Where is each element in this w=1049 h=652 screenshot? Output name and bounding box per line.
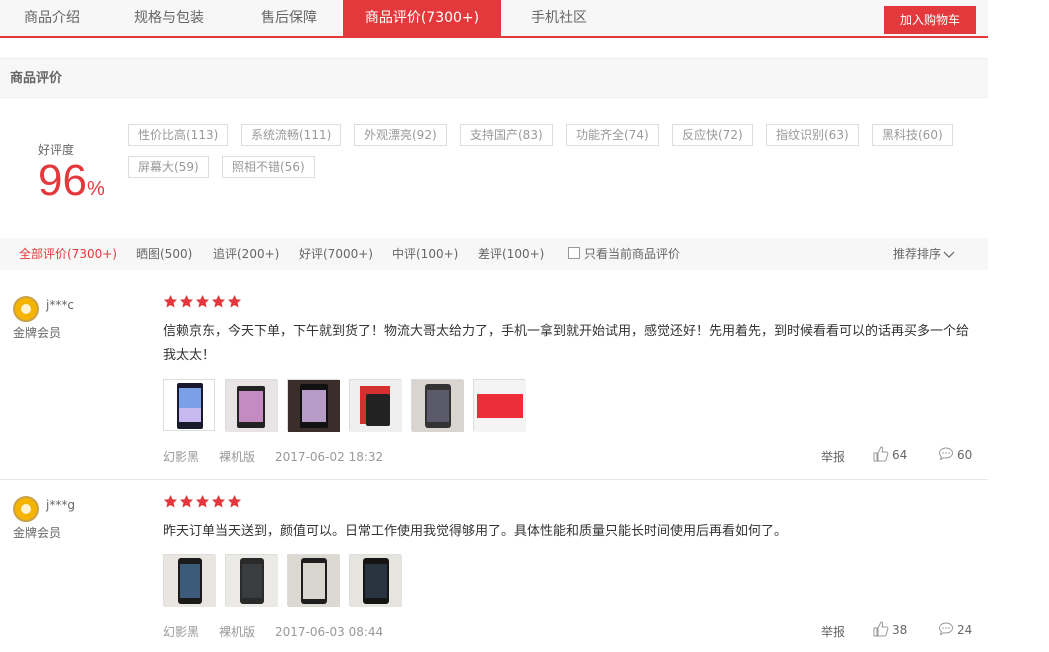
star-icon — [227, 494, 242, 508]
like-button[interactable]: 38 — [873, 621, 907, 637]
star-icon — [163, 494, 178, 508]
review-time: 2017-06-02 18:32 — [275, 450, 384, 464]
only-current-checkbox[interactable] — [568, 247, 580, 259]
report-link[interactable]: 举报 — [821, 448, 845, 465]
filter-followup[interactable]: 追评(200+) — [213, 238, 279, 270]
like-count: 38 — [892, 623, 908, 637]
product-color: 幻影黑 — [163, 450, 200, 464]
reply-count: 24 — [957, 623, 973, 637]
review-photo[interactable] — [225, 554, 278, 607]
tab-after-sales[interactable]: 售后保障 — [234, 0, 344, 36]
positive-rate: 96% — [38, 157, 105, 205]
review-tag[interactable]: 指纹识别(63) — [766, 124, 859, 146]
review-tag[interactable]: 外观漂亮(92) — [354, 124, 447, 146]
review-photo[interactable] — [349, 379, 402, 432]
review-photo[interactable] — [287, 379, 340, 432]
reply-button[interactable]: 60 — [938, 446, 972, 462]
phone-photo-icon — [177, 383, 203, 429]
review-photo[interactable] — [287, 554, 340, 607]
review-tag[interactable]: 支持国产(83) — [460, 124, 553, 146]
review-photo[interactable] — [411, 379, 464, 432]
review-tag[interactable]: 系统流畅(111) — [241, 124, 342, 146]
filter-positive[interactable]: 好评(7000+) — [299, 238, 373, 270]
report-link[interactable]: 举报 — [821, 623, 845, 640]
rating-stars — [163, 294, 243, 310]
review-item: j***g 金牌会员 昨天订单当天送到，颜值可以。日常工作使用我觉得够用了。具体… — [0, 480, 988, 652]
avatar[interactable] — [13, 296, 39, 322]
phone-photo-icon — [164, 555, 216, 607]
review-photo[interactable] — [473, 379, 526, 432]
tab-reviews[interactable]: 商品评价(7300+) — [343, 0, 501, 36]
filter-neutral[interactable]: 中评(100+) — [392, 238, 458, 270]
username[interactable]: j***g — [46, 498, 75, 512]
only-current-product: 只看当前商品评价 — [568, 238, 680, 270]
star-icon — [211, 494, 226, 508]
star-icon — [179, 294, 194, 308]
box-photo-icon — [474, 380, 526, 432]
review-filter-bar: 全部评价(7300+) 晒图(500) 追评(200+) 好评(7000+) 中… — [0, 238, 988, 270]
review-photo[interactable] — [349, 554, 402, 607]
tab-specs[interactable]: 规格与包装 — [104, 0, 234, 36]
star-icon — [195, 494, 210, 508]
tab-product-intro[interactable]: 商品介绍 — [0, 0, 104, 36]
add-to-cart-button[interactable]: 加入购物车 — [884, 6, 976, 34]
review-text: 信赖京东，今天下单，下午就到货了！物流大哥太给力了，手机一拿到就开始试用，感觉还… — [163, 324, 970, 363]
section-title: 商品评价 — [0, 58, 988, 98]
comment-icon — [938, 622, 954, 636]
reply-count: 60 — [957, 448, 973, 462]
star-icon — [179, 494, 194, 508]
phone-photo-icon — [226, 555, 278, 607]
review-meta: 幻影黑 裸机版 2017-06-02 18:32 — [163, 448, 403, 465]
review-tag[interactable]: 功能齐全(74) — [566, 124, 659, 146]
member-level: 金牌会员 — [13, 326, 62, 340]
star-icon — [195, 294, 210, 308]
like-button[interactable]: 64 — [873, 446, 907, 462]
filter-all[interactable]: 全部评价(7300+) — [19, 238, 117, 270]
phone-photo-icon — [350, 380, 402, 432]
star-icon — [211, 294, 226, 308]
review-tag[interactable]: 照相不错(56) — [222, 156, 315, 178]
review-text: 昨天订单当天送到，颜值可以。日常工作使用我觉得够用了。具体性能和质量只能长时间使… — [163, 524, 788, 539]
comment-icon — [938, 447, 954, 461]
only-current-label: 只看当前商品评价 — [584, 247, 681, 261]
review-tag[interactable]: 黑科技(60) — [872, 124, 953, 146]
filter-negative[interactable]: 差评(100+) — [478, 238, 544, 270]
star-icon — [163, 294, 178, 308]
sort-label: 推荐排序 — [893, 247, 942, 261]
tab-community[interactable]: 手机社区 — [501, 0, 617, 36]
reply-button[interactable]: 24 — [938, 621, 972, 637]
review-time: 2017-06-03 08:44 — [275, 625, 384, 639]
phone-photo-icon — [412, 380, 464, 432]
phone-photo-icon — [350, 555, 402, 607]
member-level: 金牌会员 — [13, 526, 62, 540]
review-tag[interactable]: 屏幕大(59) — [128, 156, 209, 178]
chevron-down-icon — [943, 251, 955, 258]
product-version: 裸机版 — [219, 450, 256, 464]
avatar[interactable] — [13, 496, 39, 522]
review-meta: 幻影黑 裸机版 2017-06-03 08:44 — [163, 623, 403, 640]
rating-stars — [163, 494, 243, 510]
thumbs-up-icon — [873, 621, 889, 637]
thumbs-up-icon — [873, 446, 889, 462]
review-photo[interactable] — [225, 379, 278, 432]
positive-rate-number: 96 — [38, 156, 87, 205]
phone-photo-icon — [288, 555, 340, 607]
product-color: 幻影黑 — [163, 625, 200, 639]
filter-photos[interactable]: 晒图(500) — [136, 238, 192, 270]
star-icon — [227, 294, 242, 308]
username[interactable]: j***c — [46, 298, 74, 312]
like-count: 64 — [892, 448, 908, 462]
review-photo[interactable] — [163, 554, 216, 607]
review-photo[interactable] — [163, 379, 215, 431]
review-tag[interactable]: 反应快(72) — [672, 124, 753, 146]
review-item: j***c 金牌会员 信赖京东，今天下单，下午就到货了！物流大哥太给力了，手机一… — [0, 280, 988, 480]
sort-dropdown[interactable]: 推荐排序 — [893, 238, 955, 270]
product-tab-bar: 商品介绍 规格与包装 售后保障 商品评价(7300+) 手机社区 加入购物车 — [0, 0, 988, 38]
positive-rate-unit: % — [86, 178, 105, 200]
product-version: 裸机版 — [219, 625, 256, 639]
review-tag[interactable]: 性价比高(113) — [128, 124, 229, 146]
phone-photo-icon — [226, 380, 278, 432]
phone-photo-icon — [288, 380, 340, 432]
